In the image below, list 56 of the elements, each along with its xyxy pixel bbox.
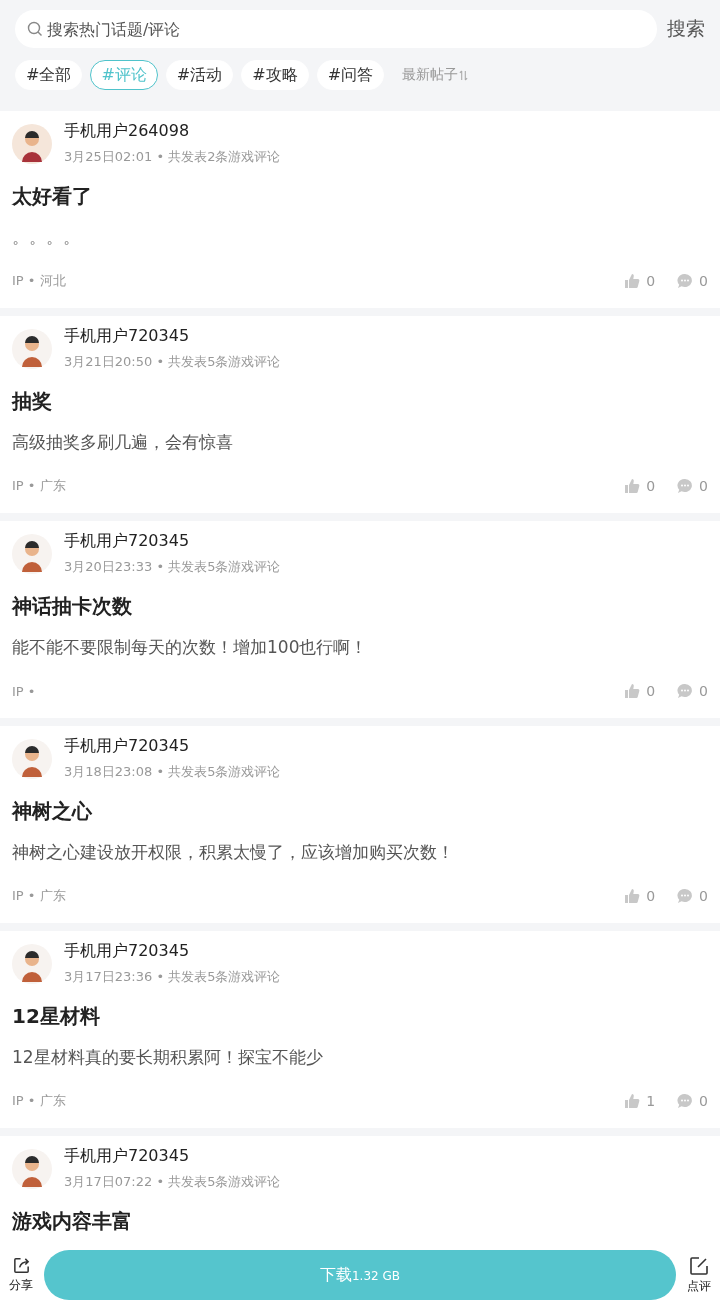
post-text: 能不能不要限制每天的次数！增加100也行啊！ [12, 636, 369, 659]
post-meta: 3月21日20:50 • 共发表5条游戏评论 [64, 353, 281, 371]
search-icon [27, 21, 43, 37]
post-title[interactable]: 神话抽卡次数 [12, 592, 708, 620]
post-title[interactable]: 游戏内容丰富 [12, 1207, 708, 1235]
topic-tag[interactable]: #问答 [316, 60, 385, 90]
user-name[interactable]: 手机用户264098 [64, 121, 281, 142]
thumbs-up-icon [624, 273, 641, 289]
ip-location: IP • 河北 [12, 272, 66, 290]
post-meta: 3月17日07:22 • 共发表5条游戏评论 [64, 1173, 281, 1191]
topic-tag[interactable]: #攻略 [241, 60, 309, 90]
user-name[interactable]: 手机用户720345 [64, 531, 281, 552]
post-meta: 3月25日02:01 • 共发表2条游戏评论 [64, 148, 281, 166]
share-button[interactable]: 分享 [6, 1256, 36, 1294]
comment-icon [677, 273, 694, 289]
avatar [12, 123, 52, 164]
search-button[interactable]: 搜索 [667, 16, 705, 42]
avatar [12, 1148, 52, 1189]
search-field[interactable]: 搜索热门话题/评论 [15, 10, 657, 48]
topic-tag[interactable]: #活动 [165, 60, 234, 90]
user-name[interactable]: 手机用户720345 [64, 1146, 281, 1167]
post-meta: 3月18日23:08 • 共发表5条游戏评论 [64, 763, 281, 781]
avatar [12, 328, 52, 369]
comment-icon [677, 1093, 694, 1109]
user-name[interactable]: 手机用户720345 [64, 736, 281, 757]
comment-icon [677, 888, 694, 904]
post-title[interactable]: 抽奖 [12, 387, 708, 415]
thumbs-up-icon [624, 478, 641, 494]
user-name[interactable]: 手机用户720345 [64, 941, 281, 962]
post-title[interactable]: 神树之心 [12, 797, 708, 825]
post-title[interactable]: 太好看了 [12, 182, 708, 210]
post-text: 12星材料真的要长期积累阿！探宝不能少 [12, 1046, 324, 1069]
post-text: 神树之心建设放开权限，积累太慢了，应该增加购买次数！ [12, 841, 455, 864]
post-text: 高级抽奖多刷几遍，会有惊喜 [12, 431, 234, 454]
ip-location: IP • [12, 683, 36, 699]
avatar [12, 738, 52, 779]
user-name[interactable]: 手机用户720345 [64, 326, 281, 347]
topic-tag[interactable]: #全部 [15, 60, 83, 90]
post-meta: 3月17日23:36 • 共发表5条游戏评论 [64, 968, 281, 986]
sort-icon [459, 69, 469, 81]
ip-location: IP • 广东 [12, 1092, 66, 1110]
thumbs-up-icon [624, 1093, 641, 1109]
avatar [12, 943, 52, 984]
ip-location: IP • 广东 [12, 477, 66, 495]
review-button[interactable]: 点评 [684, 1255, 714, 1295]
comment-icon [677, 683, 694, 699]
thumbs-up-icon [624, 888, 641, 904]
post-text: 。。。。 [12, 226, 81, 249]
thumbs-up-icon [624, 683, 641, 699]
avatar [12, 533, 52, 574]
post-title[interactable]: 12星材料 [12, 1002, 708, 1030]
comment-icon [677, 478, 694, 494]
edit-icon [689, 1255, 709, 1276]
ip-location: IP • 广东 [12, 887, 66, 905]
post-meta: 3月20日23:33 • 共发表5条游戏评论 [64, 558, 281, 576]
share-icon [11, 1256, 31, 1275]
